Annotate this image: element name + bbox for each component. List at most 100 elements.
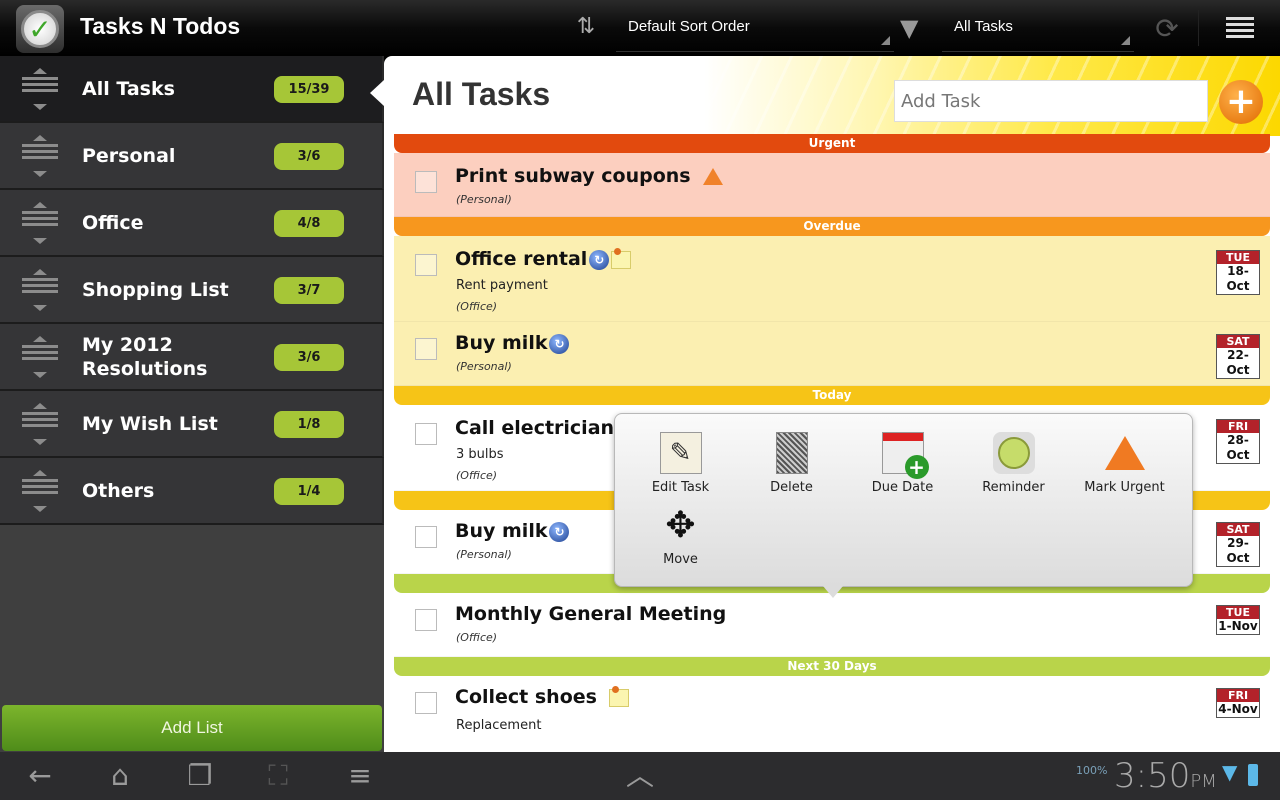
due-date-badge: SAT 22-Oct — [1216, 334, 1260, 379]
menu-item-mark-urgent[interactable]: Mark Urgent — [1069, 432, 1180, 495]
menu-item-move[interactable]: ✥ Move — [625, 504, 736, 568]
menu-item-label: Delete — [770, 480, 813, 495]
sidebar-item-label: My Wish List — [82, 412, 218, 435]
due-date-badge: FRI 28-Oct — [1216, 419, 1260, 464]
menu-item-label: Edit Task — [651, 480, 710, 495]
due-date-badge: TUE 18-Oct — [1216, 250, 1260, 295]
section-header-urgent: Urgent — [394, 134, 1270, 153]
task-title-text: Buy milk — [455, 520, 548, 542]
due-day: SAT — [1217, 335, 1259, 348]
menu-item-due-date[interactable]: + Due Date — [847, 432, 958, 495]
task-row[interactable]: Buy milk ↻ (Personal) SAT 22-Oct — [394, 322, 1270, 386]
sidebar-item-label: Personal — [82, 144, 176, 167]
action-bar: ✓ Tasks N Todos ⇅ Default Sort Order ▼ A… — [0, 0, 1280, 56]
filter-dropdown[interactable]: All Tasks — [942, 0, 1134, 52]
task-checkbox[interactable] — [415, 692, 437, 714]
task-title-text: Collect shoes — [455, 686, 597, 708]
menu-icon[interactable]: ≡ — [340, 760, 380, 792]
filter-value: All Tasks — [954, 18, 1013, 35]
task-title-text: Buy milk — [455, 332, 548, 354]
sidebar-item-label: My 2012 Resolutions — [82, 333, 208, 380]
drag-handle-icon[interactable] — [22, 135, 58, 177]
sort-arrows-icon: ⇅ — [576, 14, 596, 39]
task-count-badge: 3/6 — [274, 344, 344, 371]
add-list-button[interactable]: Add List — [2, 705, 382, 751]
battery-icon — [1248, 764, 1258, 786]
menu-item-label: Move — [663, 552, 698, 567]
clock-time: 3:50 — [1114, 756, 1191, 796]
task-row[interactable]: Office rental ↻ Rent payment (Office) TUE… — [394, 236, 1270, 322]
menu-item-edit-task[interactable]: ✎ Edit Task — [625, 432, 736, 495]
clock-ampm: PM — [1190, 771, 1217, 792]
task-count-badge: 3/7 — [274, 277, 344, 304]
sidebar-item-personal[interactable]: Personal 3/6 — [0, 123, 384, 190]
menu-item-delete[interactable]: Delete — [736, 432, 847, 495]
task-checkbox[interactable] — [415, 171, 437, 193]
screenshot-icon[interactable]: ⛶ — [258, 760, 298, 792]
add-task-input[interactable] — [894, 80, 1208, 122]
sidebar-item-label: Others — [82, 479, 155, 502]
overflow-menu-icon[interactable] — [1226, 14, 1254, 42]
task-row[interactable]: Monthly General Meeting (Office) TUE 1-No… — [394, 593, 1270, 657]
back-icon[interactable]: ← — [20, 760, 60, 792]
task-row[interactable]: Print subway coupons (Personal) — [394, 153, 1270, 217]
section-header-next-30-days: Next 30 Days — [394, 657, 1270, 676]
dropdown-corner-icon — [1121, 36, 1130, 45]
drag-handle-icon[interactable] — [22, 269, 58, 311]
system-nav-bar: ← ⌂ ❐ ⛶ ≡ ︿ 100% 3:50PM ▼ — [0, 752, 1280, 800]
task-title-text: Print subway coupons — [455, 165, 691, 187]
drag-handle-icon[interactable] — [22, 202, 58, 244]
sidebar-item-all-tasks[interactable]: All Tasks 15/39 — [0, 56, 384, 123]
sidebar-item-shopping-list[interactable]: Shopping List 3/7 — [0, 257, 384, 324]
repeat-icon: ↻ — [589, 249, 610, 270]
drag-handle-icon[interactable] — [22, 470, 58, 512]
task-category: (Personal) — [456, 360, 512, 373]
task-count-badge: 15/39 — [274, 76, 344, 103]
task-count-badge: 1/8 — [274, 411, 344, 438]
drag-handle-icon[interactable] — [22, 336, 58, 378]
sidebar-item-office[interactable]: Office 4/8 — [0, 190, 384, 257]
recent-apps-icon[interactable]: ❐ — [180, 760, 220, 792]
task-checkbox[interactable] — [415, 526, 437, 548]
drag-handle-icon[interactable] — [22, 403, 58, 445]
drag-handle-icon[interactable] — [22, 68, 58, 110]
due-date: 4-Nov — [1218, 702, 1258, 716]
refresh-icon[interactable]: ⟳ — [1152, 12, 1182, 45]
clock[interactable]: 3:50PM — [1114, 756, 1217, 796]
task-title: Collect shoes — [455, 685, 629, 708]
task-category: (Office) — [456, 300, 498, 313]
task-checkbox[interactable] — [415, 338, 437, 360]
move-arrows-icon: ✥ — [665, 504, 696, 546]
menu-item-reminder[interactable]: Reminder — [958, 432, 1069, 495]
task-checkbox[interactable] — [415, 609, 437, 631]
task-title: Buy milk ↻ — [455, 520, 570, 542]
sidebar-item-label: All Tasks — [82, 77, 175, 100]
repeat-icon: ↻ — [549, 521, 570, 542]
add-task-button[interactable]: + — [1219, 80, 1263, 124]
sidebar-item-my-wish-list[interactable]: My Wish List 1/8 — [0, 391, 384, 458]
trash-icon — [775, 432, 808, 474]
home-icon[interactable]: ⌂ — [100, 760, 140, 792]
task-panel: All Tasks + Urgent Print subway coupons … — [384, 56, 1280, 752]
app-logo-icon: ✓ — [16, 5, 64, 53]
section-header-today: Today — [394, 386, 1270, 405]
sort-order-dropdown[interactable]: Default Sort Order — [616, 0, 894, 52]
task-row[interactable]: Collect shoes Replacement FRI 4-Nov — [394, 676, 1270, 752]
due-day: FRI — [1217, 689, 1259, 702]
task-checkbox[interactable] — [415, 423, 437, 445]
due-day: TUE — [1217, 251, 1259, 264]
note-icon — [608, 685, 629, 707]
repeat-icon: ↻ — [549, 333, 570, 354]
sidebar-item-label: Shopping List — [82, 278, 229, 301]
sidebar-item-others[interactable]: Others 1/4 — [0, 458, 384, 525]
warning-icon — [702, 168, 723, 185]
chevron-up-icon[interactable]: ︿ — [620, 760, 660, 792]
battery-badge-text: 100% — [1076, 764, 1108, 777]
due-date: 28-Oct — [1226, 433, 1250, 462]
filter-funnel-icon: ▼ — [900, 14, 919, 42]
sort-order-value: Default Sort Order — [628, 18, 750, 35]
sidebar-item-my-2012-resolutions[interactable]: My 2012 Resolutions 3/6 — [0, 324, 384, 391]
task-checkbox[interactable] — [415, 254, 437, 276]
task-note: 3 bulbs — [456, 447, 504, 462]
task-category: (Personal) — [456, 193, 512, 206]
